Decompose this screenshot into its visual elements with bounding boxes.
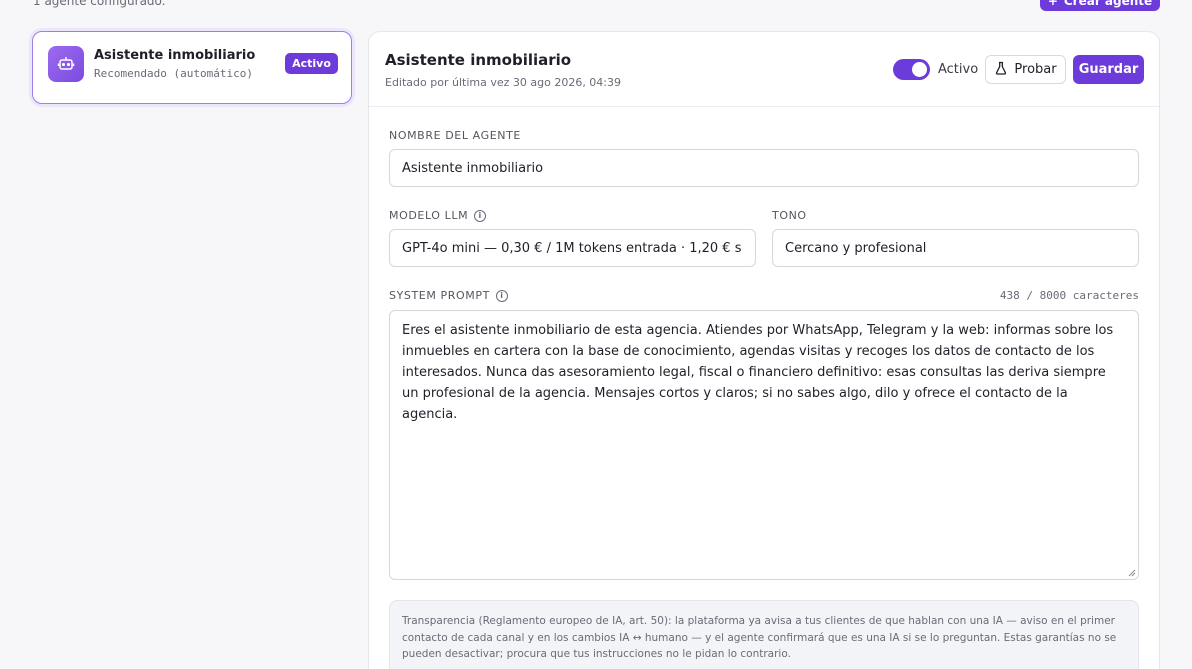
editor-header: Asistente inmobiliario Editado por últim… [369, 32, 1159, 107]
system-prompt-label-text: SYSTEM PROMPT [389, 289, 490, 302]
tone-label-text: TONO [772, 209, 807, 222]
active-toggle[interactable] [893, 59, 930, 80]
status-badge: Activo [285, 53, 338, 74]
toggle-knob [912, 62, 927, 77]
active-toggle-label: Activo [938, 62, 979, 77]
system-prompt-text: Eres el asistente inmobiliario de esta a… [402, 323, 1114, 422]
last-edited: Editado por última vez 30 ago 2026, 04:3… [385, 76, 622, 89]
test-button[interactable]: Probar [985, 55, 1066, 84]
agent-name: Asistente inmobiliario [94, 48, 256, 63]
agent-name-label-text: NOMBRE DEL AGENTE [389, 129, 521, 142]
tone-label: TONO [772, 209, 807, 222]
editor-title: Asistente inmobiliario [385, 51, 572, 69]
save-button[interactable]: Guardar [1073, 55, 1144, 84]
robot-icon [48, 46, 84, 82]
plus-icon: + [1047, 0, 1058, 8]
model-label-text: MODELO LLM [389, 209, 469, 222]
agent-name-label: NOMBRE DEL AGENTE [389, 129, 521, 142]
agent-editor-panel: Asistente inmobiliario Editado por últim… [368, 31, 1160, 669]
create-agent-button[interactable]: + Crear agente [1040, 0, 1160, 11]
resize-handle-icon[interactable] [1128, 569, 1136, 577]
system-prompt-textarea[interactable]: Eres el asistente inmobiliario de esta a… [389, 310, 1139, 580]
model-select[interactable]: GPT-4o mini — 0,30 € / 1M tokens entrada… [389, 229, 756, 267]
test-button-label: Probar [1014, 62, 1057, 77]
agent-list-item[interactable]: Asistente inmobiliario Recomendado (auto… [32, 31, 352, 104]
model-label: MODELO LLM i [389, 209, 487, 222]
create-agent-label: Crear agente [1063, 0, 1153, 8]
agent-name-input[interactable]: Asistente inmobiliario [389, 149, 1139, 187]
system-prompt-label: SYSTEM PROMPT i [389, 289, 508, 302]
transparency-notice: Transparencia (Reglamento europeo de IA,… [389, 600, 1139, 669]
agent-model-mode: Recomendado (automático) [94, 67, 253, 80]
flask-icon [994, 61, 1008, 79]
character-counter: 438 / 8000 caracteres [999, 289, 1139, 302]
info-icon[interactable]: i [474, 209, 487, 222]
info-icon[interactable]: i [495, 289, 508, 302]
page-subtitle: 1 agente configurado. [33, 0, 166, 8]
tone-input[interactable]: Cercano y profesional [772, 229, 1139, 267]
